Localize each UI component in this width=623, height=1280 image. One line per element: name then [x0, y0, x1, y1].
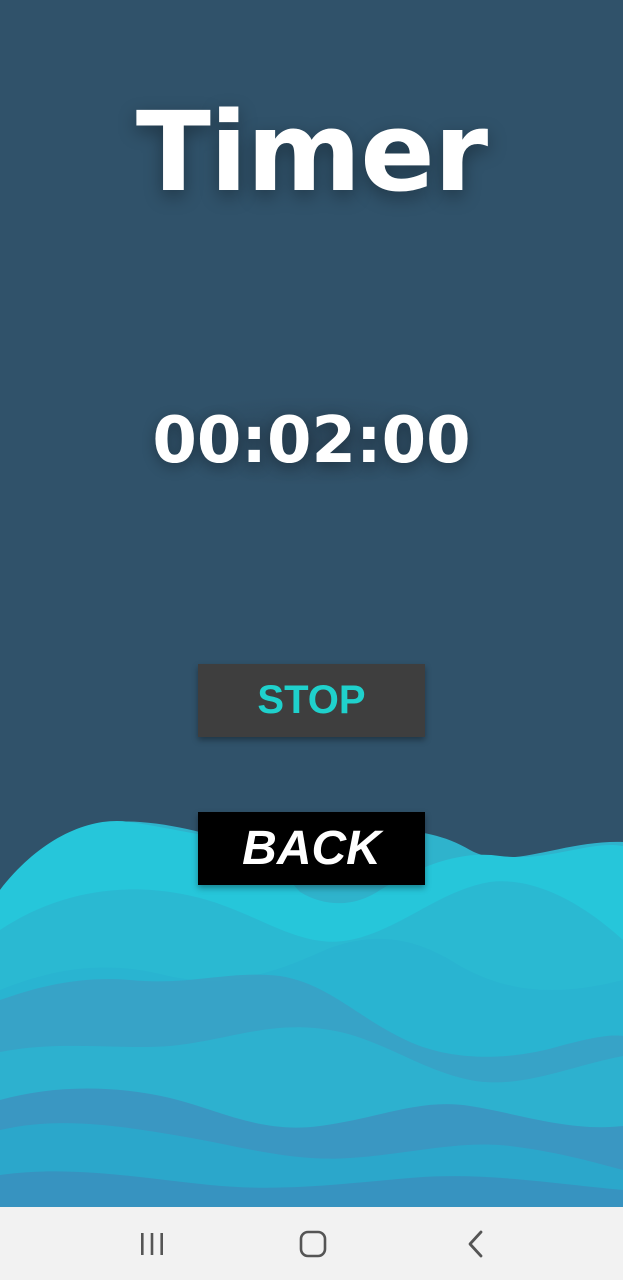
recents-icon: [141, 1233, 163, 1255]
nav-recents-button[interactable]: [122, 1225, 182, 1263]
back-chevron-icon: [468, 1230, 483, 1258]
timer-screen: Timer 00:02:00 STOP BACK: [0, 0, 623, 1207]
nav-home-button[interactable]: [283, 1225, 343, 1263]
system-nav-bar: [0, 1207, 623, 1280]
stop-button[interactable]: STOP: [198, 664, 425, 737]
back-button[interactable]: BACK: [198, 812, 425, 885]
page-title: Timer: [135, 88, 488, 216]
nav-back-button[interactable]: [446, 1225, 506, 1263]
timer-display: 00:02:00: [150, 398, 473, 484]
home-icon: [299, 1230, 327, 1258]
